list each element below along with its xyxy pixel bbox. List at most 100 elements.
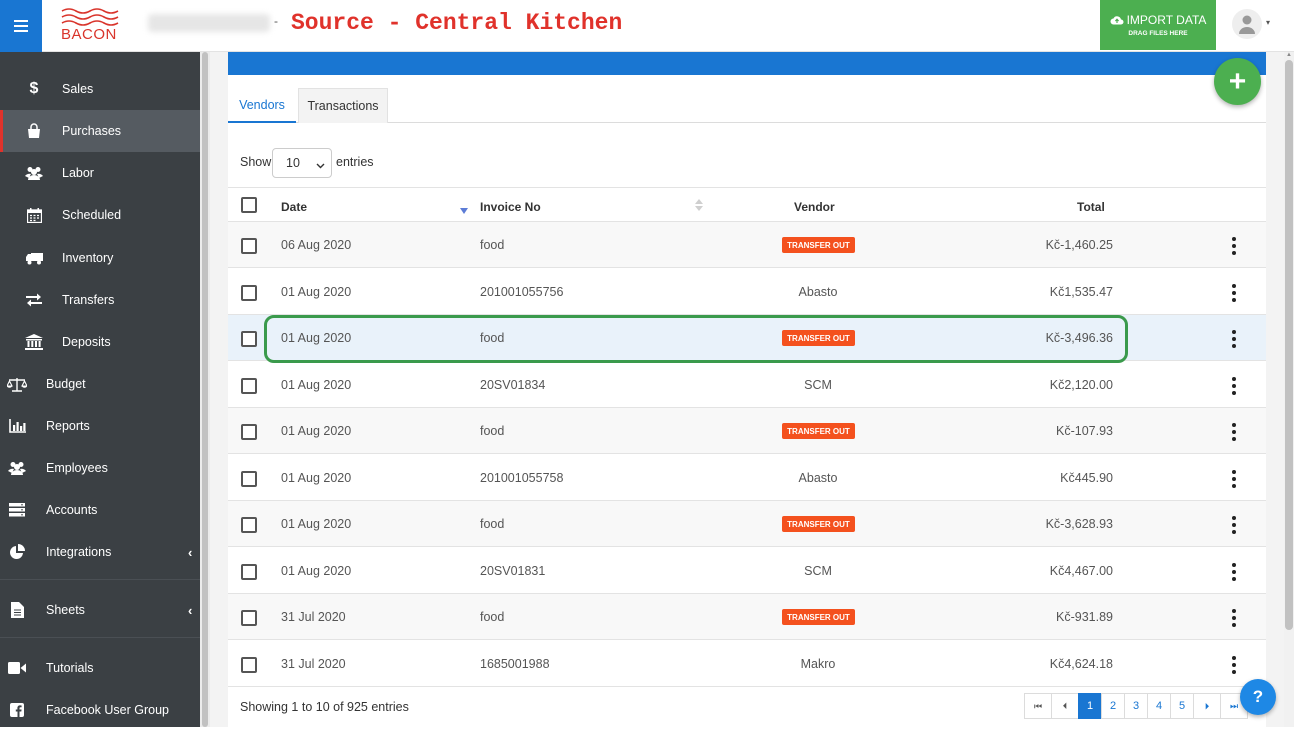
scroll-up-icon: ▲ [1286,52,1292,58]
first-page-button[interactable]: ⏮ [1024,693,1052,719]
previous-page-button[interactable]: ⏴ [1051,693,1079,719]
row-checkbox[interactable] [241,238,257,254]
page-button-5[interactable]: 5 [1170,693,1194,719]
invoice-cell: 201001055756 [480,284,564,299]
row-checkbox[interactable] [241,377,257,394]
page-scrollbar[interactable]: ▲ [1284,52,1294,727]
last-page-icon: ⏭ [1229,700,1239,711]
row-checkbox[interactable] [241,424,257,440]
chevron-left-icon[interactable]: ‹ [188,545,192,560]
calendar-icon [24,207,44,223]
page-button-2[interactable]: 2 [1101,693,1125,719]
row-checkbox[interactable] [241,610,257,626]
show-label: Show [240,155,272,169]
column-header-vendor[interactable]: Vendor [794,200,835,214]
sidebar-scrollbar[interactable] [200,52,210,727]
invoice-cell: 201001055758 [480,470,564,485]
date-cell: 31 Jul 2020 [281,656,346,671]
table-row[interactable]: 01 Aug 2020 food TRANSFER OUT Kč-107.93 [228,408,1266,454]
vendor-cell: SCM [804,377,832,392]
row-checkbox[interactable] [241,284,257,301]
vendor-cell: Abasto [798,470,838,485]
row-actions-kebab-icon[interactable] [1230,283,1238,302]
exchange-icon [24,293,44,307]
dollar-icon: $ [29,80,39,97]
page-button-3[interactable]: 3 [1124,693,1148,719]
row-checkbox[interactable] [241,563,257,580]
invoice-cell: 20SV01834 [480,377,546,392]
truck-icon [24,252,44,265]
next-page-button[interactable]: ⏵ [1193,693,1221,719]
sidebar-item-label: Budget [46,377,86,391]
sidebar-item-labor[interactable]: Labor [0,152,200,194]
transfer-out-badge: TRANSFER OUT [782,423,855,439]
row-checkbox[interactable] [241,331,257,347]
chevron-left-icon[interactable]: ‹ [188,603,192,618]
bank-icon [24,334,44,350]
table-row[interactable]: 31 Jul 2020 food TRANSFER OUT Kč-931.89 [228,594,1266,640]
row-actions-kebab-icon[interactable] [1230,376,1238,395]
row-actions-kebab-icon[interactable] [1230,516,1238,534]
table-row[interactable]: 01 Aug 2020 20SV01831 SCM Kč4,467.00 [228,548,1266,594]
tab-bar: Vendors Transactions [228,88,1266,123]
invoice-cell: 1685001988 [480,656,550,671]
sidebar-item-label: Tutorials [46,661,94,675]
select-all-checkbox[interactable] [241,197,257,213]
row-actions-kebab-icon[interactable] [1230,655,1238,674]
table-row[interactable]: 01 Aug 2020 201001055758 Abasto Kč445.90 [228,455,1266,501]
sidebar-item-facebook-group[interactable]: Facebook User Group [0,689,200,731]
transfer-out-badge: TRANSFER OUT [782,330,855,346]
menu-toggle-button[interactable] [0,0,42,52]
page-button-1[interactable]: 1 [1078,693,1102,719]
column-header-date[interactable]: Date [281,200,307,214]
row-actions-kebab-icon[interactable] [1230,609,1238,627]
tab-vendors[interactable]: Vendors [228,88,296,123]
sidebar-item-sales[interactable]: $ Sales [0,68,200,110]
sidebar-item-label: Accounts [46,503,98,517]
tab-transactions[interactable]: Transactions [298,88,388,123]
sidebar-item-label: Reports [46,419,90,433]
entries-per-page-select[interactable]: 10 [272,148,332,178]
page-button-4[interactable]: 4 [1147,693,1171,719]
import-data-label: IMPORT DATA [1126,13,1207,27]
row-actions-kebab-icon[interactable] [1230,562,1238,581]
help-button[interactable]: ? [1240,679,1276,715]
location-caret-icon[interactable]: - [274,14,278,28]
table-row[interactable]: 01 Aug 2020 food TRANSFER OUT Kč-3,496.36 [228,315,1266,361]
video-camera-icon [7,662,27,674]
sidebar-item-purchases[interactable]: Purchases [0,110,200,152]
row-checkbox[interactable] [241,656,257,673]
table-row[interactable]: 06 Aug 2020 food TRANSFER OUT Kč-1,460.25 [228,222,1266,268]
users-icon [24,166,44,180]
row-checkbox[interactable] [241,517,257,533]
invoice-cell: food [480,424,505,438]
row-actions-kebab-icon[interactable] [1230,423,1238,441]
sidebar-item-accounts[interactable]: Accounts [0,489,200,531]
row-actions-kebab-icon[interactable] [1230,330,1238,348]
sidebar-item-reports[interactable]: Reports [0,405,200,447]
table-row[interactable]: 01 Aug 2020 food TRANSFER OUT Kč-3,628.93 [228,501,1266,547]
sidebar-item-scheduled[interactable]: Scheduled [0,194,200,236]
sidebar-item-sheets[interactable]: Sheets ‹ [0,589,200,631]
sidebar-item-deposits[interactable]: Deposits [0,321,200,363]
sidebar-item-employees[interactable]: Employees [0,447,200,489]
sidebar-item-tutorials[interactable]: Tutorials [0,647,200,689]
table-row[interactable]: 31 Jul 2020 1685001988 Makro Kč4,624.18 [228,641,1266,687]
sidebar-item-transfers[interactable]: Transfers [0,279,200,321]
sidebar-item-budget[interactable]: Budget [0,363,200,405]
user-menu-caret-icon[interactable]: ▾ [1266,18,1270,27]
column-header-total[interactable]: Total [1077,200,1105,214]
file-icon [7,602,27,618]
table-row[interactable]: 01 Aug 2020 20SV01834 SCM Kč2,120.00 [228,362,1266,408]
row-actions-kebab-icon[interactable] [1230,469,1238,488]
sidebar-item-inventory[interactable]: Inventory [0,237,200,279]
column-header-invoice[interactable]: Invoice No [480,200,541,214]
sidebar-item-integrations[interactable]: Integrations ‹ [0,531,200,573]
sidebar-item-label: Purchases [62,124,122,138]
location-selector-blurred[interactable] [148,14,270,32]
table-row[interactable]: 01 Aug 2020 201001055756 Abasto Kč1,535.47 [228,269,1266,315]
import-data-button[interactable]: IMPORT DATA DRAG FILES HERE [1100,0,1216,50]
row-checkbox[interactable] [241,470,257,487]
user-avatar[interactable] [1232,9,1262,39]
row-actions-kebab-icon[interactable] [1230,237,1238,255]
